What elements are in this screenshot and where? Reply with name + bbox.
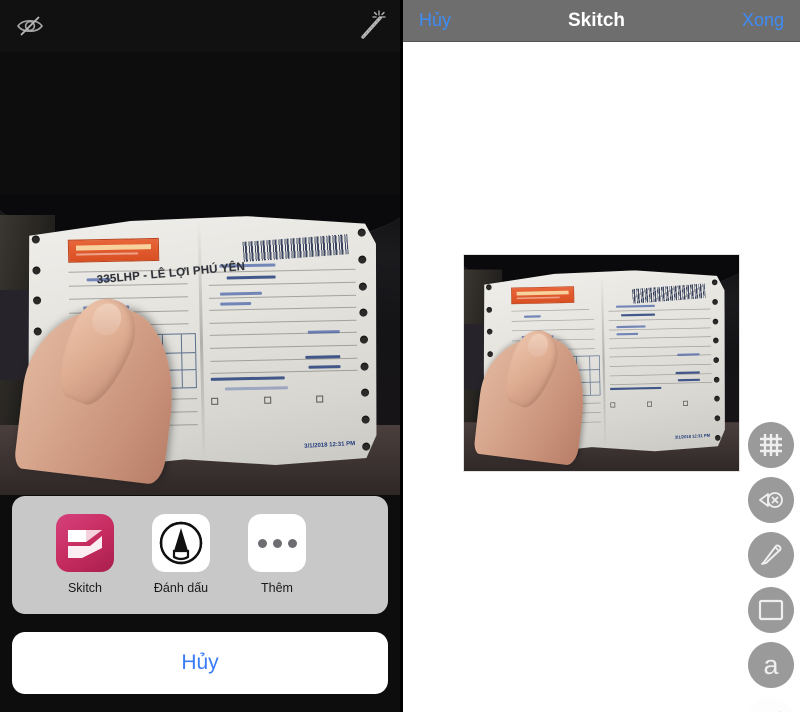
more-dots-icon [248,514,306,572]
share-cancel-button[interactable]: Hủy [12,632,388,694]
skitch-nav-bar: Hủy Skitch Xong [403,0,800,42]
thumbnail-nail [87,299,127,340]
document-timestamp: 3/1/2018 12:31 PM [304,441,356,451]
skitch-app-icon [56,514,114,572]
skitch-title: Skitch [567,9,625,31]
photo-preview-full[interactable]: 335LHP - LÊ LỢI PHÚ YÊN 3/1/2018 12:31 P… [0,195,400,495]
screen-root: 335LHP - LÊ LỢI PHÚ YÊN 3/1/2018 12:31 P… [0,0,800,712]
text-a-icon: a [763,649,779,680]
carrier-logo [511,286,574,304]
eye-slash-icon[interactable] [14,10,46,40]
document-timestamp: 3/1/2018 12:31 PM [675,434,711,441]
share-app-label: Skitch [67,581,103,595]
shipping-document: 335LHP - LÊ LỢI PHÚ YÊN 3/1/2018 12:31 P… [13,213,380,486]
skitch-tool-rail: a [748,422,794,712]
barcode [242,234,348,262]
share-cancel-label: Hủy [181,651,219,674]
editor-photo[interactable]: 3/1/2018 12:31 PM [463,254,740,472]
share-sheet: Skitch Đánh dấu Thêm [12,496,388,614]
perforation-holes-right [712,279,724,440]
arrow-tool-button[interactable] [748,697,794,712]
editor-shipping-document: 3/1/2018 12:31 PM [473,268,728,467]
skitch-done-button[interactable]: Xong [742,10,784,31]
right-panel-skitch-editor: Hủy Skitch Xong 3/1/2018 12:31 PM a [400,0,800,712]
share-app-label: Đánh dấu [153,581,209,595]
share-app-label: Thêm [261,581,293,595]
document-fold [600,275,606,449]
left-top-bar [0,0,400,52]
arrow-cursor-icon [757,706,785,712]
shape-tool-button[interactable] [748,587,794,633]
share-app-more[interactable]: Thêm [229,514,325,595]
marker-pen-icon [758,542,784,568]
markup-pen-icon [152,514,210,572]
skitch-canvas[interactable]: 3/1/2018 12:31 PM a [403,42,800,712]
share-app-skitch[interactable]: Skitch [37,514,133,595]
left-panel-photo-share: 335LHP - LÊ LỢI PHÚ YÊN 3/1/2018 12:31 P… [0,0,400,712]
text-tool-button[interactable]: a [748,642,794,688]
pixelate-tool-button[interactable] [748,422,794,468]
stamp-x-icon [757,488,785,512]
perforation-holes-right [358,229,375,451]
share-app-markup[interactable]: Đánh dấu [133,514,229,595]
carrier-logo [68,238,159,263]
pen-tool-button[interactable] [748,532,794,578]
pixelate-grid-icon [758,432,784,458]
stamp-tool-button[interactable] [748,477,794,523]
magic-wand-icon[interactable] [354,8,388,42]
thumbnail-nail [524,330,552,360]
rectangle-icon [758,599,784,621]
barcode [632,283,706,303]
skitch-cancel-button[interactable]: Hủy [419,10,451,31]
document-fold [197,222,205,461]
